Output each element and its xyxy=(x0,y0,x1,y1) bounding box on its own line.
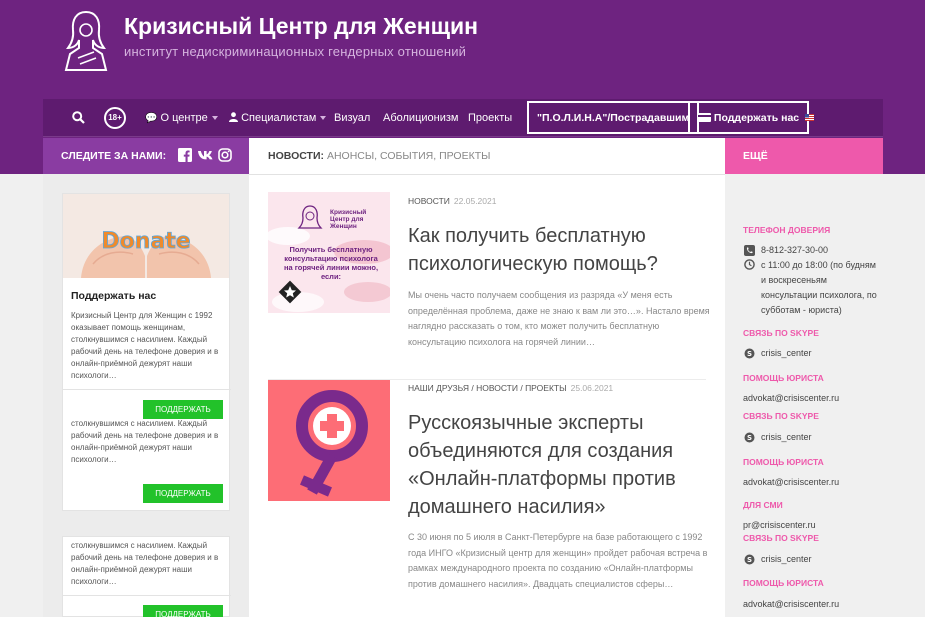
follow-label: СЛЕДИТЕ ЗА НАМИ: xyxy=(61,150,167,162)
clock-icon xyxy=(744,259,755,270)
more-label: ЕЩЁ xyxy=(743,150,768,162)
skype-icon: S xyxy=(744,554,755,565)
skype-icon: S xyxy=(744,348,755,359)
press-email[interactable]: pr@crisiscenter.ru xyxy=(743,518,861,533)
post-excerpt: Мы очень часто получаем сообщения из раз… xyxy=(408,290,710,348)
svg-text:S: S xyxy=(747,350,752,358)
instagram-icon[interactable] xyxy=(218,148,232,162)
widget-text: столкнувшимся с насилием. Каждый рабочий… xyxy=(71,419,219,464)
skype-handle[interactable]: crisis_center xyxy=(761,552,879,567)
post-date: 25.06.2021 xyxy=(570,383,614,393)
thumb-caption: Получить бесплатную консультацию психоло… xyxy=(283,245,379,281)
more-header: ЕЩЁ xyxy=(725,138,883,174)
nav-item-label: Специалистам xyxy=(241,112,317,124)
post-title[interactable]: Как получить бесплатную психологическую … xyxy=(408,222,708,278)
nav-item-projects[interactable]: Проекты xyxy=(468,99,512,137)
vk-icon[interactable] xyxy=(197,148,214,162)
post-meta: НОВОСТИ 22.05.2021 xyxy=(408,196,496,206)
donate-widget: Donate Поддержать нас Кризисный Центр дл… xyxy=(62,193,231,402)
nav-item-abolitionism[interactable]: Аболиционизм xyxy=(383,99,458,137)
search-icon[interactable] xyxy=(72,111,85,124)
venus-symbol-icon xyxy=(268,380,390,501)
chevron-down-icon xyxy=(320,116,327,121)
nav-donate-button[interactable]: Поддержать нас xyxy=(688,101,810,134)
star-badge-icon xyxy=(278,280,302,304)
user-icon xyxy=(229,112,238,122)
main-nav: 18+ 💬 О центре Специалистам Визуал Аболи… xyxy=(43,99,883,137)
divider xyxy=(63,595,231,596)
skype-handle[interactable]: crisis_center xyxy=(761,430,879,445)
svg-text:S: S xyxy=(747,434,752,442)
lawyer-title: ПОМОЩЬ ЮРИСТА xyxy=(743,578,824,588)
nav-item-label: О центре xyxy=(160,112,208,124)
lawyer-email[interactable]: advokat@crisiscenter.ru xyxy=(743,475,861,490)
hotline-hours: с 11:00 до 18:00 (по будням и воскресень… xyxy=(761,260,877,315)
donate-button[interactable]: ПОДДЕРЖАТЬ xyxy=(143,400,223,419)
post-thumbnail[interactable]: Кризисный Центр для Женщин Получить бесп… xyxy=(268,192,390,313)
lawyer-email[interactable]: advokat@crisiscenter.ru xyxy=(743,597,861,612)
site-tagline: институт недискриминационных гендерных о… xyxy=(124,44,467,59)
nav-polina-button[interactable]: "П.О.Л.И.Н.А"/Пострадавшим xyxy=(527,101,700,134)
post-excerpt: С 30 июня по 5 июля в Санкт-Петербурге н… xyxy=(408,532,708,590)
skype-title: СВЯЗЬ ПО SKYPE xyxy=(743,328,819,338)
post-title[interactable]: Русскоязычные эксперты объединяются для … xyxy=(408,409,708,521)
follow-bar: СЛЕДИТЕ ЗА НАМИ: xyxy=(43,138,249,174)
facebook-icon[interactable] xyxy=(178,148,192,162)
lawyer-title: ПОМОЩЬ ЮРИСТА xyxy=(743,457,824,467)
chevron-down-icon xyxy=(211,116,218,121)
hotline-title: ТЕЛЕФОН ДОВЕРИЯ xyxy=(743,225,831,235)
donate-widget-2: ПОДДЕРЖАТЬ столкнувшимся с насилием. Каж… xyxy=(62,398,230,511)
post-categories[interactable]: НОВОСТИ xyxy=(408,196,450,206)
donate-label: Поддержать нас xyxy=(713,112,800,124)
logo-icon[interactable] xyxy=(62,8,110,72)
donate-image-text: Donate xyxy=(101,229,190,254)
site-title[interactable]: Кризисный Центр для Женщин xyxy=(124,13,478,40)
flag-us-icon[interactable] xyxy=(805,114,814,121)
breadcrumb-main[interactable]: НОВОСТИ: xyxy=(268,150,324,162)
skype-title: СВЯЗЬ ПО SKYPE xyxy=(743,411,819,421)
press-title: ДЛЯ СМИ xyxy=(743,500,783,510)
divider xyxy=(63,389,231,390)
skype-handle[interactable]: crisis_center xyxy=(761,346,879,361)
breadcrumb-rest: АНОНСЫ, СОБЫТИЯ, ПРОЕКТЫ xyxy=(326,150,491,162)
phone-icon xyxy=(744,245,755,256)
widget-text: Кризисный Центр для Женщин с 1992 оказыв… xyxy=(71,311,219,380)
speech-bubble-icon: 💬 xyxy=(145,113,158,124)
donate-image[interactable]: Donate xyxy=(63,194,229,278)
lawyer-title: ПОМОЩЬ ЮРИСТА xyxy=(743,373,824,383)
post-date: 22.05.2021 xyxy=(453,196,497,206)
nav-item-about[interactable]: 💬 О центре xyxy=(145,99,218,137)
nav-item-specialists[interactable]: Специалистам xyxy=(229,99,327,137)
divider xyxy=(249,174,725,175)
widget-title[interactable]: Поддержать нас xyxy=(71,290,156,302)
age-badge-text: 18+ xyxy=(108,113,122,122)
breadcrumb: НОВОСТИ: АНОНСЫ, СОБЫТИЯ, ПРОЕКТЫ xyxy=(268,138,490,174)
lawyer-email[interactable]: advokat@crisiscenter.ru xyxy=(743,391,861,406)
skype-title: СВЯЗЬ ПО SKYPE xyxy=(743,533,819,543)
post-categories[interactable]: НАШИ ДРУЗЬЯ / НОВОСТИ / ПРОЕКТЫ xyxy=(408,383,567,393)
widget-text: столкнувшимся с насилием. Каждый рабочий… xyxy=(71,541,219,586)
credit-card-icon xyxy=(698,113,711,122)
svg-text:S: S xyxy=(747,556,752,564)
donate-widget-3: столкнувшимся с насилием. Каждый рабочий… xyxy=(62,536,231,617)
nav-item-visual[interactable]: Визуал xyxy=(334,99,370,137)
donate-button[interactable]: ПОДДЕРЖАТЬ xyxy=(143,484,223,503)
skype-icon: S xyxy=(744,432,755,443)
post-meta: НАШИ ДРУЗЬЯ / НОВОСТИ / ПРОЕКТЫ 25.06.202… xyxy=(408,383,613,393)
donate-button[interactable]: ПОДДЕРЖАТЬ xyxy=(143,605,223,617)
thumb-brand: Кризисный Центр для Женщин xyxy=(330,209,367,230)
age-18-badge[interactable]: 18+ xyxy=(104,107,126,129)
hotline-phone[interactable]: 8-812-327-30-00 xyxy=(761,243,879,258)
post-thumbnail[interactable] xyxy=(268,380,390,501)
